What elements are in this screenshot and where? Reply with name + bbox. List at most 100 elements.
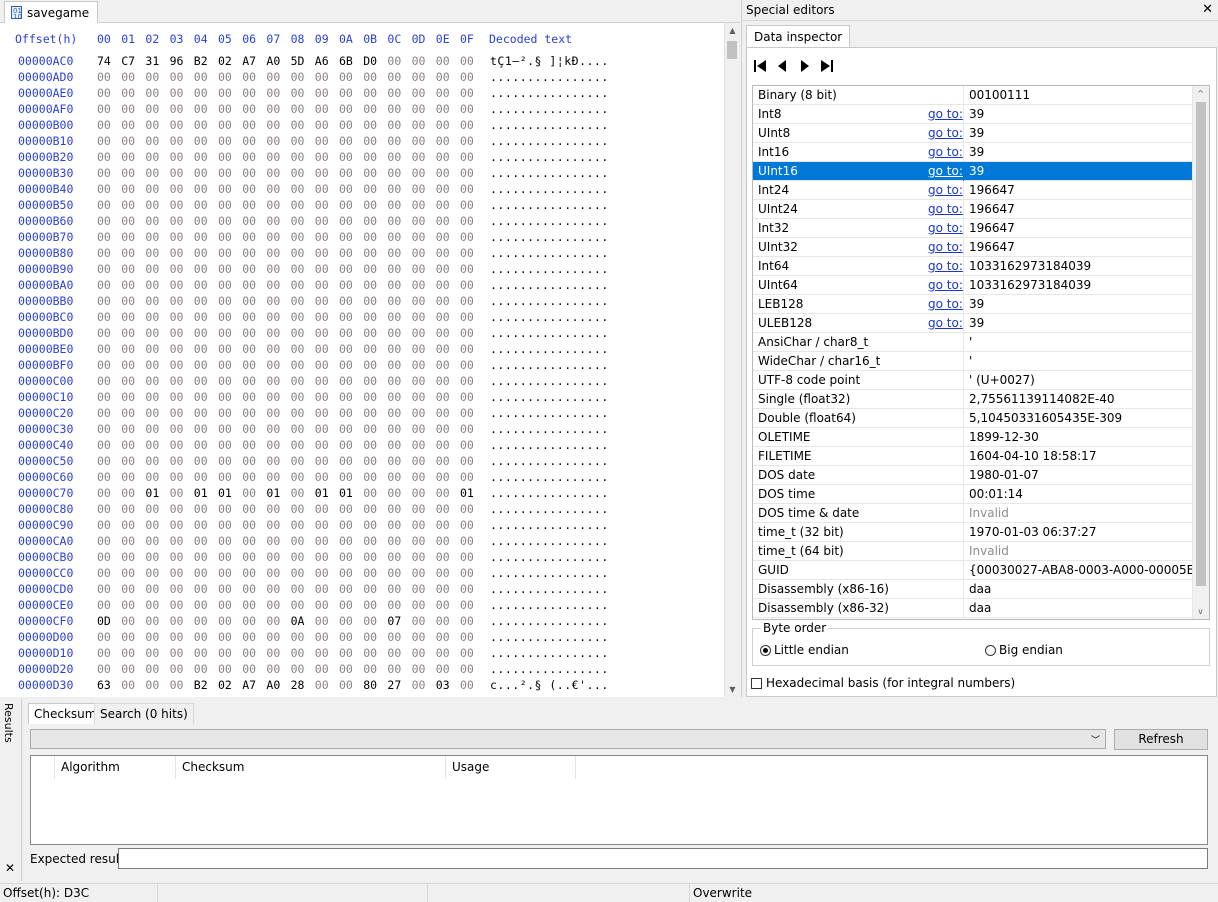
row-decoded-text[interactable]: ................ xyxy=(490,70,609,84)
row-decoded-text[interactable]: ................ xyxy=(490,518,609,532)
inspector-row[interactable]: FILETIME 1604-04-10 18:58:17 xyxy=(753,447,1194,466)
scroll-down-icon[interactable]: ▼ xyxy=(725,682,740,697)
expected-result-input[interactable] xyxy=(118,848,1208,869)
inspector-row[interactable]: UInt8 go to: 39 xyxy=(753,124,1194,143)
close-icon[interactable]: ✕ xyxy=(5,861,15,875)
row-decoded-text[interactable]: ................ xyxy=(490,326,609,340)
inspector-row[interactable]: UInt64 go to: 1033162973184039 xyxy=(753,276,1194,295)
inspector-value[interactable]: 39 xyxy=(969,126,984,140)
inspector-row[interactable]: UInt16 go to: 39 xyxy=(753,162,1194,181)
inspector-row[interactable]: GUID {00030027-ABA8-0003-A000-00005E00000… xyxy=(753,561,1209,580)
inspector-value[interactable]: Invalid xyxy=(969,544,1009,558)
results-label[interactable]: Results xyxy=(2,703,15,743)
inspector-value[interactable]: 2,75561139114082E-40 xyxy=(969,392,1115,406)
row-decoded-text[interactable]: ................ xyxy=(490,310,609,324)
inspector-value[interactable]: 1899-12-30 xyxy=(969,430,1039,444)
column-header-checksum[interactable]: Checksum xyxy=(176,756,446,779)
inspector-row[interactable]: Int8 go to: 39 xyxy=(753,105,1194,124)
row-decoded-text[interactable]: ................ xyxy=(490,662,609,676)
inspector-row[interactable]: UTF-8 code point ' (U+0027) xyxy=(753,371,1194,390)
first-icon[interactable] xyxy=(752,59,768,73)
inspector-value[interactable]: 00100111 xyxy=(969,88,1030,102)
scroll-up-icon[interactable]: ^ xyxy=(1193,86,1208,101)
inspector-row[interactable]: ULEB128 go to: 39 xyxy=(753,314,1194,333)
close-icon[interactable]: ✕ xyxy=(1202,2,1213,18)
row-decoded-text[interactable]: ................ xyxy=(490,422,609,436)
goto-link[interactable]: go to: xyxy=(928,202,963,216)
inspector-row[interactable]: DOS time 00:01:14 xyxy=(753,485,1194,504)
goto-link[interactable]: go to: xyxy=(928,107,963,121)
row-decoded-text[interactable]: ................ xyxy=(490,278,609,292)
prev-icon[interactable] xyxy=(775,59,791,73)
big-endian-radio[interactable]: Big endian xyxy=(985,643,1063,657)
row-decoded-text[interactable]: ................ xyxy=(490,342,609,356)
inspector-row[interactable]: UInt24 go to: 196647 xyxy=(753,200,1194,219)
inspector-row[interactable]: time_t (64 bit) Invalid xyxy=(753,542,1194,561)
row-decoded-text[interactable]: ................ xyxy=(490,550,609,564)
inspector-row[interactable]: AnsiChar / char8_t ' xyxy=(753,333,1194,352)
inspector-row[interactable]: DOS time & date Invalid xyxy=(753,504,1194,523)
inspector-value[interactable]: 1970-01-03 06:37:27 xyxy=(969,525,1096,539)
refresh-button[interactable]: Refresh xyxy=(1114,729,1208,750)
scroll-up-icon[interactable]: ▲ xyxy=(725,23,740,38)
row-decoded-text[interactable]: ................ xyxy=(490,214,609,228)
inspector-row[interactable]: Disassembly (x86-32) daa xyxy=(753,599,1194,618)
goto-link[interactable]: go to: xyxy=(928,259,963,273)
inspector-value[interactable]: daa xyxy=(969,601,991,615)
goto-link[interactable]: go to: xyxy=(928,145,963,159)
column-header-algorithm[interactable]: Algorithm xyxy=(55,756,176,779)
row-decoded-text[interactable]: ................ xyxy=(490,406,609,420)
goto-link[interactable]: go to: xyxy=(928,297,963,311)
goto-link[interactable]: go to: xyxy=(928,278,963,292)
inspector-value[interactable]: 1033162973184039 xyxy=(969,278,1091,292)
inspector-value[interactable]: daa xyxy=(969,582,991,596)
inspector-row[interactable]: Disassembly (x86-16) daa xyxy=(753,580,1194,599)
goto-link[interactable]: go to: xyxy=(928,126,963,140)
inspector-row[interactable]: LEB128 go to: 39 xyxy=(753,295,1194,314)
inspector-value[interactable]: 196647 xyxy=(969,183,1015,197)
row-decoded-text[interactable]: ................ xyxy=(490,566,609,580)
row-decoded-text[interactable]: ................ xyxy=(490,182,609,196)
row-decoded-text[interactable]: ................ xyxy=(490,582,609,596)
inspector-value[interactable]: 39 xyxy=(969,145,984,159)
row-decoded-text[interactable]: c...².§ (..€'... xyxy=(490,678,609,692)
row-decoded-text[interactable]: ................ xyxy=(490,230,609,244)
row-decoded-text[interactable]: ................ xyxy=(490,118,609,132)
row-decoded-text[interactable]: ................ xyxy=(490,454,609,468)
goto-link[interactable]: go to: xyxy=(928,240,963,254)
row-decoded-text[interactable]: ................ xyxy=(490,262,609,276)
row-decoded-text[interactable]: ................ xyxy=(490,390,609,404)
hex-editor-view[interactable]: Offset(h) 00 01 02 03 04 05 06 07 08 09 0A 0B 0C 0D 0E… xyxy=(0,23,724,697)
inspector-row[interactable]: time_t (32 bit) 1970-01-03 06:37:27 xyxy=(753,523,1194,542)
tab-search[interactable]: Search (0 hits) xyxy=(94,703,194,724)
hex-basis-checkbox[interactable]: Hexadecimal basis (for integral numbers) xyxy=(751,676,1015,690)
scroll-down-icon[interactable]: v xyxy=(1193,604,1208,619)
hex-scrollbar[interactable]: ▲ ▼ xyxy=(724,23,740,697)
inspector-value[interactable]: 196647 xyxy=(969,202,1015,216)
goto-link[interactable]: go to: xyxy=(928,164,963,178)
inspector-scrollbar[interactable]: ^ v xyxy=(1192,86,1209,619)
row-decoded-text[interactable]: ................ xyxy=(490,470,609,484)
row-decoded-text[interactable]: ................ xyxy=(490,438,609,452)
tab-checksum[interactable]: Checksum xyxy=(28,703,103,724)
row-decoded-text[interactable]: ................ xyxy=(490,294,609,308)
inspector-value[interactable]: 196647 xyxy=(969,240,1015,254)
column-header-usage[interactable]: Usage xyxy=(446,756,576,779)
inspector-value[interactable]: 00:01:14 xyxy=(969,487,1023,501)
row-decoded-text[interactable]: ................ xyxy=(490,598,609,612)
little-endian-radio[interactable]: Little endian xyxy=(760,643,849,657)
algorithm-select[interactable]: ﹀ xyxy=(30,729,1106,749)
row-decoded-text[interactable]: ................ xyxy=(490,86,609,100)
inspector-row[interactable]: Int32 go to: 196647 xyxy=(753,219,1194,238)
inspector-value[interactable]: {00030027-ABA8-0003-A000-00005E000000 xyxy=(969,563,1209,577)
inspector-value[interactable]: 1604-04-10 18:58:17 xyxy=(969,449,1096,463)
row-decoded-text[interactable]: ................ xyxy=(490,358,609,372)
inspector-row[interactable]: Binary (8 bit) 00100111 xyxy=(753,86,1194,105)
goto-link[interactable]: go to: xyxy=(928,183,963,197)
inspector-value[interactable]: Invalid xyxy=(969,506,1009,520)
inspector-row[interactable]: Int64 go to: 1033162973184039 xyxy=(753,257,1194,276)
inspector-row[interactable]: Int24 go to: 196647 xyxy=(753,181,1194,200)
inspector-row[interactable]: DOS date 1980-01-07 xyxy=(753,466,1194,485)
inspector-row[interactable]: WideChar / char16_t ' xyxy=(753,352,1194,371)
row-decoded-text[interactable]: ................ xyxy=(490,246,609,260)
